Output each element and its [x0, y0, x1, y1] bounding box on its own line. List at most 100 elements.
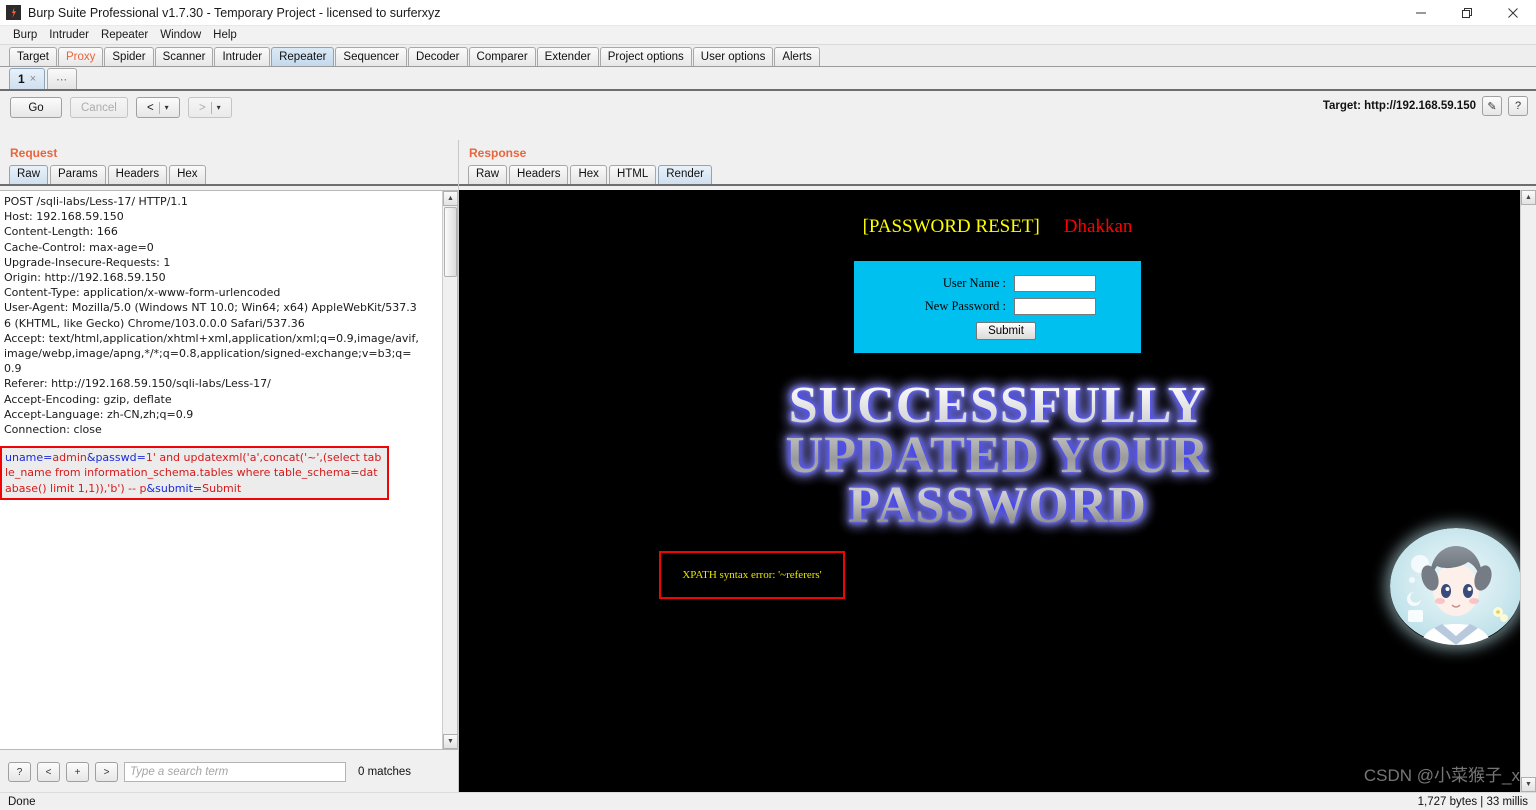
success-message: SUCCESSFULLY UPDATED YOUR PASSWORD	[459, 381, 1536, 531]
payload-key-uname: uname	[5, 451, 44, 465]
avatar	[1390, 528, 1522, 645]
menu-bar: Burp Intruder Repeater Window Help	[0, 26, 1536, 45]
go-button[interactable]: Go	[10, 97, 62, 118]
rendered-heading: [PASSWORD RESET] Dhakkan	[459, 190, 1536, 238]
tab-comparer[interactable]: Comparer	[468, 47, 536, 66]
response-tab-headers[interactable]: Headers	[509, 165, 569, 184]
rendered-response-view[interactable]: [PASSWORD RESET] Dhakkan User Name : New …	[459, 190, 1536, 792]
request-editor[interactable]: POST /sqli-labs/Less-17/ HTTP/1.1 Host: …	[0, 190, 458, 750]
cancel-button[interactable]: Cancel	[70, 97, 128, 118]
tab-target[interactable]: Target	[9, 47, 57, 66]
repeater-tab-1[interactable]: 1 ×	[9, 68, 46, 89]
search-add-button[interactable]: +	[66, 762, 89, 782]
payload-amp-2: &	[146, 481, 156, 495]
tab-scanner[interactable]: Scanner	[154, 47, 214, 66]
request-tab-raw[interactable]: Raw	[9, 165, 49, 184]
response-scrollbar[interactable]: ▲ ▼	[1520, 190, 1536, 792]
help-icon[interactable]: ?	[1508, 96, 1528, 116]
payload-value-submit: Submit	[202, 481, 242, 495]
password-input[interactable]	[1014, 298, 1096, 315]
request-search-bar: ? < + > Type a search term 0 matches	[0, 752, 442, 792]
menu-item-help[interactable]: Help	[207, 29, 243, 41]
request-scrollbar[interactable]: ▲ ▼	[442, 191, 457, 749]
close-icon[interactable]: ×	[30, 73, 36, 85]
chevron-right-icon: >	[198, 101, 206, 114]
title-bar: Burp Suite Professional v1.7.30 - Tempor…	[0, 0, 1536, 26]
request-tab-headers[interactable]: Headers	[107, 165, 168, 184]
search-prev-button[interactable]: <	[37, 762, 60, 782]
menu-item-intruder[interactable]: Intruder	[43, 29, 95, 41]
repeater-tab-bar: 1 × ⋯	[0, 67, 1536, 91]
chevron-down-icon: ▾	[164, 103, 169, 112]
response-tab-render[interactable]: Render	[658, 165, 712, 184]
username-input[interactable]	[1014, 275, 1096, 292]
chevron-left-icon: <	[146, 101, 154, 114]
success-line-1: SUCCESSFULLY	[788, 377, 1207, 434]
pencil-icon[interactable]: ✎	[1482, 96, 1502, 116]
tab-spider[interactable]: Spider	[104, 47, 154, 66]
scroll-thumb[interactable]	[444, 207, 457, 277]
back-button[interactable]: < ▾	[135, 97, 180, 118]
search-help-button[interactable]: ?	[8, 762, 31, 782]
scroll-down-icon[interactable]: ▼	[443, 734, 457, 749]
status-text: Done	[8, 795, 36, 808]
minimize-icon[interactable]	[1398, 0, 1444, 25]
response-tab-html[interactable]: HTML	[608, 165, 657, 184]
ellipsis-icon: ⋯	[56, 73, 69, 86]
target-url-label: Target: http://192.168.59.150	[1322, 100, 1476, 112]
request-panel: Request Raw Params Headers Hex POST /sql…	[0, 140, 459, 792]
request-headers-text: POST /sqli-labs/Less-17/ HTTP/1.1 Host: …	[4, 195, 419, 437]
username-row: User Name :	[854, 275, 1141, 292]
response-tab-hex[interactable]: Hex	[570, 165, 607, 184]
submit-button[interactable]: Submit	[976, 322, 1036, 340]
panels-container: Request Raw Params Headers Hex POST /sql…	[0, 140, 1536, 792]
watermark-text: CSDN @小菜猴子_x	[1363, 766, 1520, 785]
menu-item-repeater[interactable]: Repeater	[95, 29, 154, 41]
request-body-payload[interactable]: uname=admin&passwd=1' and updatexml('a',…	[0, 446, 389, 500]
restore-icon[interactable]	[1444, 0, 1490, 25]
scroll-up-icon[interactable]: ▲	[1521, 190, 1536, 205]
tab-project-options[interactable]: Project options	[599, 47, 692, 66]
close-icon[interactable]	[1490, 0, 1536, 25]
window-controls	[1398, 0, 1536, 25]
tab-alerts[interactable]: Alerts	[774, 47, 820, 66]
password-label: New Password :	[924, 299, 1006, 313]
password-row: New Password :	[854, 298, 1141, 315]
repeater-toolbar: Go Cancel < ▾ > ▾ Target: http://192.168…	[0, 91, 1536, 125]
tab-extender[interactable]: Extender	[536, 47, 599, 66]
tab-proxy[interactable]: Proxy	[57, 47, 104, 66]
tab-repeater[interactable]: Repeater	[271, 47, 335, 66]
tab-user-options[interactable]: User options	[692, 47, 774, 66]
menu-item-window[interactable]: Window	[154, 29, 207, 41]
request-tab-params[interactable]: Params	[50, 165, 106, 184]
tab-decoder[interactable]: Decoder	[408, 47, 468, 66]
submit-row: Submit	[854, 322, 1141, 340]
tab-sequencer[interactable]: Sequencer	[335, 47, 408, 66]
tab-intruder[interactable]: Intruder	[214, 47, 271, 66]
scroll-down-icon[interactable]: ▼	[1521, 777, 1536, 792]
chevron-down-icon: ▾	[216, 103, 221, 112]
payload-value-uname: admin	[52, 451, 87, 465]
forward-button[interactable]: > ▾	[187, 97, 232, 118]
request-tab-bar: Raw Params Headers Hex	[0, 165, 458, 186]
request-tab-hex[interactable]: Hex	[169, 165, 206, 184]
response-tab-bar: Raw Headers Hex HTML Render	[459, 165, 1536, 186]
divider	[158, 101, 160, 114]
repeater-new-tab-button[interactable]: ⋯	[47, 68, 78, 89]
scroll-up-icon[interactable]: ▲	[443, 191, 457, 206]
response-tab-raw[interactable]: Raw	[468, 165, 508, 184]
response-panel-title: Response	[469, 146, 527, 160]
status-bar: Done 1,727 bytes | 33 millis	[0, 792, 1536, 810]
success-line-2: UPDATED YOUR	[785, 427, 1210, 484]
search-matches-count: 0 matches	[358, 766, 412, 778]
search-input[interactable]: Type a search term	[124, 762, 346, 782]
menu-item-burp[interactable]: Burp	[7, 29, 43, 41]
request-panel-title: Request	[10, 146, 58, 160]
window-title: Burp Suite Professional v1.7.30 - Tempor…	[28, 5, 441, 20]
success-line-3: PASSWORD	[848, 477, 1147, 534]
repeater-tab-label: 1	[18, 72, 25, 86]
password-reset-form: User Name : New Password : Submit	[854, 261, 1141, 353]
search-next-button[interactable]: >	[95, 762, 118, 782]
response-size-info: 1,727 bytes | 33 millis	[1417, 795, 1528, 808]
divider	[210, 101, 212, 114]
